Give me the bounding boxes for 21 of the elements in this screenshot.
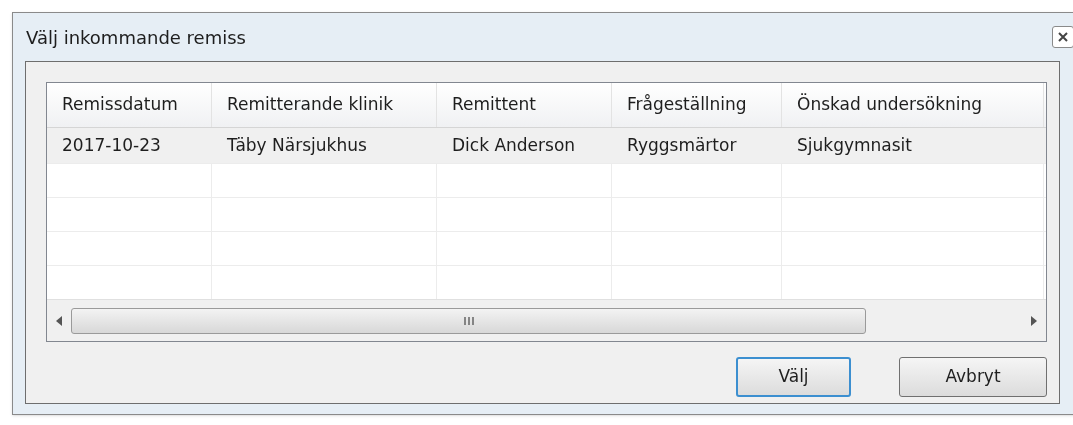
right-arrow-icon[interactable] <box>1030 315 1038 326</box>
scrollbar-thumb[interactable] <box>71 307 866 334</box>
window-title: Välj inkommande remiss <box>26 25 246 50</box>
column-header[interactable]: Remitterande klinik <box>212 83 437 127</box>
grip-icon <box>463 316 474 325</box>
dialog-button[interactable]: Avbryt <box>899 357 1047 397</box>
column-header[interactable]: Frågeställning <box>612 83 782 127</box>
left-arrow-icon[interactable] <box>55 315 63 326</box>
dialog-button[interactable]: Välj <box>736 357 851 397</box>
table-cell-text: Sjukgymnasit <box>796 133 913 157</box>
column-header[interactable]: Önskad undersökning <box>782 83 1044 127</box>
horizontal-scrollbar[interactable] <box>47 299 1046 341</box>
table-cell-text: Ryggsmärtor <box>626 133 738 157</box>
close-button[interactable] <box>1052 26 1073 48</box>
close-icon <box>1058 32 1068 42</box>
column-header[interactable]: Remissdatum <box>47 83 212 127</box>
table-cell-text: Täby Närsjukhus <box>226 133 368 157</box>
table-row[interactable]: 2017-10-23 Täby Närsjukhus Dick Anderson Ryggsmärtor Sjukgymnasit <box>47 128 1046 163</box>
table-cell-text: 2017-10-23 <box>61 133 162 157</box>
column-header[interactable]: Remittent <box>437 83 612 127</box>
table-cell-text: Dick Anderson <box>451 133 577 157</box>
